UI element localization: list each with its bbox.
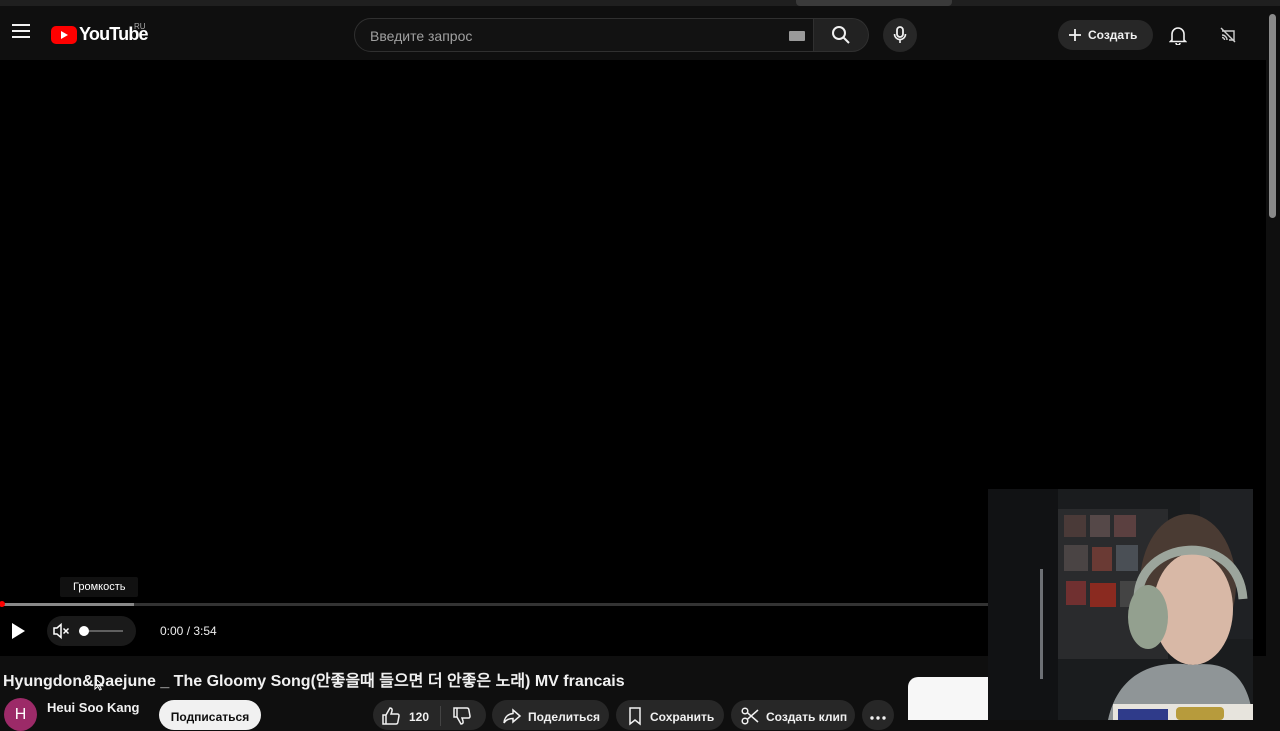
plus-icon: [1069, 29, 1081, 41]
search-input[interactable]: [368, 19, 772, 53]
webcam-overlay: [988, 489, 1253, 720]
subscribe-button[interactable]: Подписаться: [159, 700, 261, 730]
webcam-image: [988, 489, 1253, 720]
cast-off-icon: [1220, 27, 1236, 43]
create-label: Создать: [1088, 28, 1138, 42]
video-title: Hyungdon&Daejune _ The Gloomy Song(안좋을때 …: [3, 673, 625, 690]
share-label: Поделиться: [528, 710, 601, 724]
save-button[interactable]: Сохранить: [616, 700, 724, 730]
volume-slider-handle[interactable]: [79, 626, 89, 636]
share-button[interactable]: Поделиться: [492, 700, 609, 730]
progress-bar[interactable]: [0, 601, 1000, 607]
create-button[interactable]: Создать: [1058, 20, 1153, 50]
hamburger-icon: [12, 24, 30, 38]
thumbs-up-icon: [382, 707, 400, 725]
volume-muted-icon[interactable]: [51, 621, 71, 641]
time-display: 0:00 / 3:54: [160, 624, 217, 638]
sidebar-card[interactable]: [908, 677, 998, 720]
menu-button[interactable]: [4, 14, 38, 48]
save-label: Сохранить: [650, 710, 715, 724]
more-actions-button[interactable]: [862, 700, 894, 730]
like-button[interactable]: [381, 706, 401, 729]
progress-loaded: [0, 603, 134, 606]
play-button[interactable]: [4, 616, 32, 646]
volume-control: [47, 616, 136, 646]
scrollbar-thumb[interactable]: [1269, 14, 1276, 218]
share-icon: [503, 708, 522, 724]
bookmark-icon: [629, 707, 641, 726]
bell-icon: [1169, 27, 1187, 45]
account-button[interactable]: [1211, 18, 1245, 52]
thumbs-down-icon: [453, 707, 471, 725]
search-icon: [832, 26, 850, 44]
masthead: YouTube RU Создать: [0, 6, 1266, 60]
voice-search-button[interactable]: [883, 18, 917, 52]
play-icon: [12, 623, 25, 639]
microphone-icon: [893, 26, 907, 43]
youtube-play-icon: [51, 25, 77, 44]
more-horizontal-icon: [870, 716, 886, 720]
channel-name[interactable]: Heui Soo Kang: [47, 700, 139, 715]
keyboard-icon[interactable]: [789, 31, 805, 41]
clip-label: Создать клип: [766, 710, 848, 724]
volume-tooltip: Громкость: [60, 577, 139, 597]
like-divider: [440, 706, 441, 726]
search-box: [354, 18, 814, 53]
search-button[interactable]: [814, 18, 869, 52]
like-dislike-group: 120: [373, 700, 486, 730]
scissors-icon: [741, 707, 759, 725]
page-scrollbar[interactable]: [1266, 6, 1280, 720]
clip-button[interactable]: Создать клип: [731, 700, 855, 730]
progress-scrubber[interactable]: [0, 601, 5, 607]
notifications-button[interactable]: [1161, 18, 1195, 52]
dislike-button[interactable]: [452, 706, 472, 729]
logo-region-code: RU: [134, 22, 146, 31]
like-count: 120: [409, 710, 430, 724]
channel-avatar[interactable]: H: [4, 698, 37, 731]
